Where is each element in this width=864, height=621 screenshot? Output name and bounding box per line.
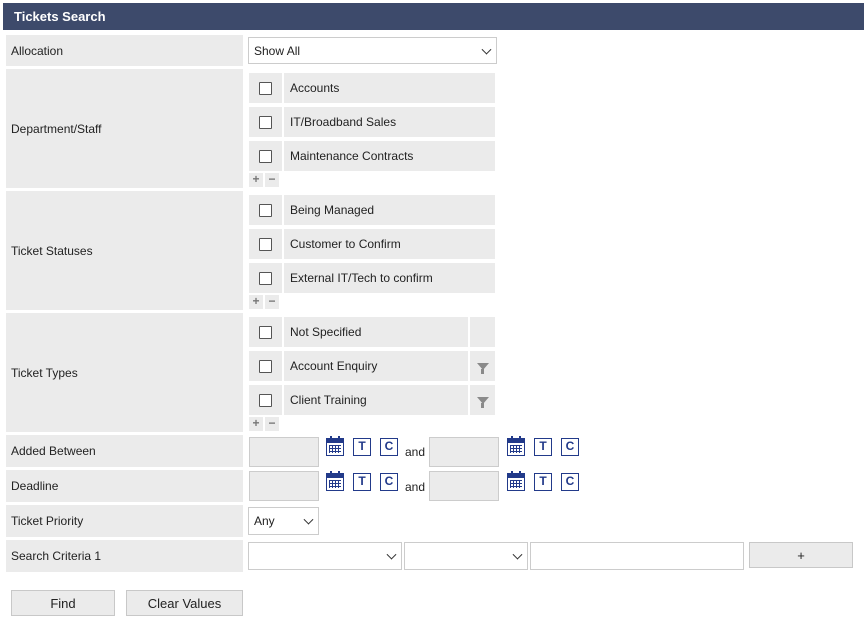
clear-date-button[interactable]: C (380, 473, 398, 491)
clear-date-button[interactable]: C (561, 473, 579, 491)
checkbox[interactable] (259, 149, 272, 163)
add-criteria-button[interactable]: + (749, 542, 853, 568)
and-label: and (405, 445, 426, 459)
filter-icon[interactable] (476, 396, 489, 408)
minus-icon[interactable]: − (265, 173, 279, 187)
list-item[interactable]: Accounts (249, 73, 495, 103)
search-criteria-label: Search Criteria 1 (6, 540, 243, 572)
minus-icon[interactable]: − (265, 417, 279, 431)
list-item-label: Maintenance Contracts (284, 141, 495, 171)
list-item-label: Account Enquiry (284, 351, 468, 381)
priority-select[interactable]: Any (248, 507, 319, 535)
list-item[interactable]: External IT/Tech to confirm (249, 263, 495, 293)
checkbox[interactable] (259, 81, 272, 95)
department-list: Accounts IT/Broadband Sales Maintenance … (249, 73, 497, 173)
list-item[interactable]: Being Managed (249, 195, 495, 225)
calendar-icon[interactable] (326, 436, 344, 456)
list-item[interactable]: IT/Broadband Sales (249, 107, 495, 137)
checkbox[interactable] (259, 237, 272, 251)
calendar-icon[interactable] (507, 436, 525, 456)
list-item-label: Client Training (284, 385, 468, 415)
types-expand-controls: + − (249, 417, 281, 431)
added-from-date-input[interactable] (249, 437, 319, 467)
list-item-label: Customer to Confirm (284, 229, 495, 259)
chevron-down-icon (512, 549, 523, 560)
list-item-label: Not Specified (284, 317, 468, 347)
today-button[interactable]: T (353, 473, 371, 491)
statuses-expand-controls: + − (249, 295, 281, 309)
chevron-down-icon (303, 514, 314, 525)
allocation-select[interactable]: Show All (248, 37, 497, 64)
panel-header: Tickets Search (3, 3, 864, 30)
clear-values-button[interactable]: Clear Values (126, 590, 243, 616)
priority-label: Ticket Priority (6, 505, 243, 537)
list-item[interactable]: Not Specified (249, 317, 495, 347)
plus-icon[interactable]: + (249, 173, 263, 187)
checkbox[interactable] (259, 325, 272, 339)
checkbox[interactable] (259, 203, 272, 217)
plus-icon[interactable]: + (249, 295, 263, 309)
department-expand-controls: + − (249, 173, 281, 187)
checkbox[interactable] (259, 393, 272, 407)
plus-icon[interactable]: + (249, 417, 263, 431)
today-button[interactable]: T (534, 473, 552, 491)
today-button[interactable]: T (353, 438, 371, 456)
types-label: Ticket Types (6, 313, 243, 432)
deadline-from-date-input[interactable] (249, 471, 319, 501)
checkbox[interactable] (259, 271, 272, 285)
list-item[interactable]: Client Training (249, 385, 495, 415)
department-label: Department/Staff (6, 69, 243, 188)
list-item-label: Being Managed (284, 195, 495, 225)
find-button[interactable]: Find (11, 590, 115, 616)
criteria-value-input[interactable] (530, 542, 744, 570)
types-list: Not Specified Account Enquiry Client Tra… (249, 317, 497, 417)
added-between-label: Added Between (6, 435, 243, 467)
allocation-value: Show All (254, 43, 301, 58)
calendar-icon[interactable] (507, 471, 525, 491)
criteria-field-select[interactable] (248, 542, 402, 570)
list-item[interactable]: Customer to Confirm (249, 229, 495, 259)
list-item-label: IT/Broadband Sales (284, 107, 495, 137)
calendar-icon[interactable] (326, 471, 344, 491)
added-to-date-input[interactable] (429, 437, 499, 467)
clear-date-button[interactable]: C (561, 438, 579, 456)
minus-icon[interactable]: − (265, 295, 279, 309)
and-label: and (405, 480, 426, 494)
statuses-label: Ticket Statuses (6, 191, 243, 310)
statuses-list: Being Managed Customer to Confirm Extern… (249, 195, 497, 295)
allocation-label: Allocation (6, 35, 243, 66)
clear-date-button[interactable]: C (380, 438, 398, 456)
list-item-label: External IT/Tech to confirm (284, 263, 495, 293)
checkbox[interactable] (259, 359, 272, 373)
panel-title: Tickets Search (14, 9, 106, 24)
filter-icon[interactable] (476, 362, 489, 374)
deadline-label: Deadline (6, 470, 243, 502)
priority-value: Any (254, 514, 275, 528)
list-item[interactable]: Account Enquiry (249, 351, 495, 381)
today-button[interactable]: T (534, 438, 552, 456)
checkbox[interactable] (259, 115, 272, 129)
deadline-to-date-input[interactable] (429, 471, 499, 501)
list-item[interactable]: Maintenance Contracts (249, 141, 495, 171)
chevron-down-icon (386, 549, 397, 560)
criteria-operator-select[interactable] (404, 542, 528, 570)
chevron-down-icon (481, 44, 492, 55)
list-item-label: Accounts (284, 73, 495, 103)
